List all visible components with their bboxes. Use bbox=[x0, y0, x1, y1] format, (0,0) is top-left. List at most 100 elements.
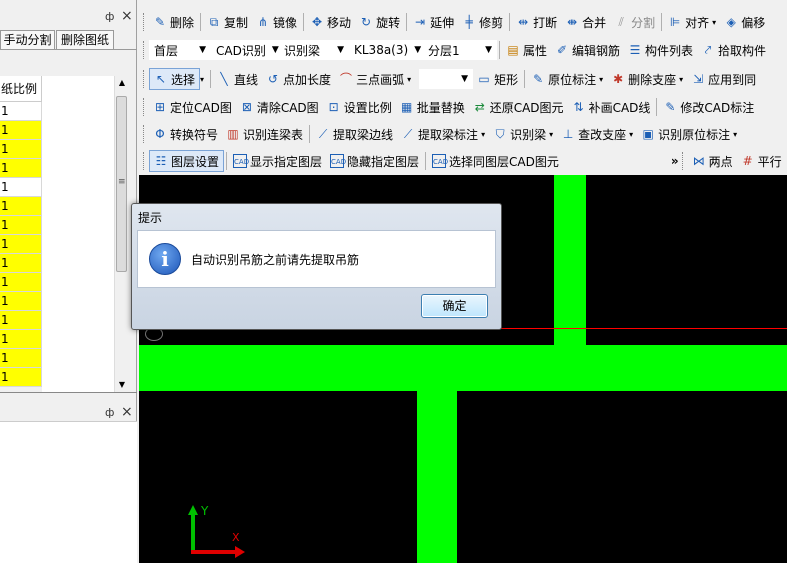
chevron-down-icon[interactable]: ▾ bbox=[200, 75, 204, 84]
redraw-cad-line-button[interactable]: ⇅ 补画CAD线 bbox=[568, 96, 655, 118]
toolbar-grip[interactable] bbox=[143, 70, 146, 88]
line-icon: ╲ bbox=[220, 72, 228, 86]
table-row[interactable]: 1 bbox=[0, 121, 42, 140]
beam-vertical-bottom[interactable] bbox=[417, 391, 457, 563]
locate-cad-button[interactable]: ⊞ 定位CAD图 bbox=[149, 96, 236, 118]
two-points-button[interactable]: ⋈ 两点 bbox=[688, 150, 737, 172]
three-point-arc-button[interactable]: ⌒ 三点画弧 ▾ bbox=[335, 68, 415, 90]
mirror-icon: ⋔ bbox=[258, 15, 269, 29]
mirror-button[interactable]: ⋔ 镜像 bbox=[252, 11, 301, 33]
toolbar-grip[interactable] bbox=[143, 98, 146, 116]
hide-layer-button[interactable]: CAD 隐藏指定图层 bbox=[326, 150, 423, 172]
split-button[interactable]: ⫽ 分割 bbox=[610, 11, 659, 33]
select-same-layer-button[interactable]: CAD 选择同图层CAD图元 bbox=[428, 150, 563, 172]
close-icon[interactable]: × bbox=[121, 404, 133, 420]
modify-cad-annotation-button[interactable]: ✎ 修改CAD标注 bbox=[659, 96, 758, 118]
table-row[interactable]: 1 bbox=[0, 197, 42, 216]
identify-beam-button[interactable]: ⛉ 识别梁 ▾ bbox=[489, 123, 557, 145]
table-row[interactable]: 1 bbox=[0, 159, 42, 178]
identify-continuous-beam-button[interactable]: ▥ 识别连梁表 bbox=[222, 123, 307, 145]
move-button[interactable]: ✥ 移动 bbox=[306, 11, 355, 33]
beam-vertical-top[interactable] bbox=[554, 175, 586, 345]
rotate-button[interactable]: ↻ 旋转 bbox=[355, 11, 404, 33]
beam-horizontal[interactable] bbox=[139, 345, 787, 391]
table-row[interactable]: 1 bbox=[0, 368, 42, 387]
extend-button[interactable]: ⇥ 延伸 bbox=[409, 11, 458, 33]
edit-rebar-button[interactable]: ✐ 编辑钢筋 bbox=[551, 39, 624, 61]
scroll-up-icon[interactable]: ▲ bbox=[115, 76, 129, 90]
delete-support-button[interactable]: ✱ 删除支座 ▾ bbox=[607, 68, 687, 90]
merge-button[interactable]: ⇼ 合并 bbox=[561, 11, 610, 33]
extract-beam-annotation-button[interactable]: ⟋ 提取梁标注 ▾ bbox=[397, 123, 489, 145]
layer-settings-button[interactable]: ☷ 图层设置 bbox=[149, 150, 225, 172]
break-button[interactable]: ⇹ 打断 bbox=[512, 11, 561, 33]
rect-button[interactable]: ▭ 矩形 bbox=[473, 68, 522, 90]
restore-icon: ⇄ bbox=[474, 100, 485, 114]
beam-id-select[interactable]: KL38a(3) ▼ bbox=[349, 40, 423, 60]
component-list-button[interactable]: ☰ 构件列表 bbox=[624, 39, 697, 61]
toolbar-grip[interactable] bbox=[143, 125, 146, 143]
trim-button[interactable]: ╪ 修剪 bbox=[458, 11, 507, 33]
pick-component-button[interactable]: ⤤ 拾取构件 bbox=[697, 39, 770, 61]
component-type-select[interactable]: 识别梁 ▼ bbox=[279, 40, 349, 60]
ok-button[interactable]: 确定 bbox=[421, 294, 488, 318]
select-button[interactable]: ↖ 选择 bbox=[149, 68, 201, 90]
apply-to-same-button[interactable]: ⇲ 应用到同 bbox=[687, 68, 760, 90]
table-row[interactable]: 1 bbox=[0, 140, 42, 159]
table-row[interactable]: 1 bbox=[0, 102, 42, 121]
identify-original-annotation-button[interactable]: ▣ 识别原位标注 ▾ bbox=[637, 123, 741, 145]
align-button[interactable]: ⊫ 对齐 ▾ bbox=[664, 11, 720, 33]
extract-beam-edge-button[interactable]: ⟋ 提取梁边线 bbox=[312, 123, 397, 145]
floor-select[interactable]: 首层 ▼ bbox=[149, 40, 211, 60]
table-row[interactable]: 1 bbox=[0, 349, 42, 368]
line-button[interactable]: ╲ 直线 bbox=[213, 68, 262, 90]
scroll-thumb[interactable]: ≡ bbox=[116, 96, 127, 272]
table-row[interactable]: 1 bbox=[0, 254, 42, 273]
set-scale-button[interactable]: ⊡ 设置比例 bbox=[323, 96, 396, 118]
restore-cad-button[interactable]: ⇄ 还原CAD图元 bbox=[469, 96, 568, 118]
scroll-down-icon[interactable]: ▼ bbox=[115, 378, 129, 392]
table-row[interactable]: 1 bbox=[0, 178, 42, 197]
table-row[interactable]: 1 bbox=[0, 330, 42, 349]
toolbar-grip[interactable] bbox=[143, 13, 146, 31]
table-empty-area bbox=[42, 76, 114, 392]
apply-icon: ⇲ bbox=[693, 72, 704, 86]
layer-select[interactable]: 分层1 ▼ bbox=[423, 40, 497, 60]
delete-button[interactable]: ✎ 删除 bbox=[149, 11, 198, 33]
show-layer-button[interactable]: CAD 显示指定图层 bbox=[229, 150, 326, 172]
close-icon[interactable]: × bbox=[121, 8, 133, 24]
point-length-button[interactable]: ↺ 点加长度 bbox=[262, 68, 335, 90]
pin-icon[interactable]: ф bbox=[105, 406, 114, 419]
clear-cad-button[interactable]: ⊠ 清除CAD图 bbox=[236, 96, 323, 118]
chevron-down-icon: ▼ bbox=[199, 45, 206, 55]
check-support-button[interactable]: ⊥ 查改支座 ▾ bbox=[557, 123, 637, 145]
pin-icon[interactable]: ф bbox=[105, 10, 114, 23]
parallel-button[interactable]: # 平行 bbox=[737, 150, 786, 172]
table-scrollbar[interactable]: ▲ ≡ ▼ bbox=[114, 76, 128, 392]
attributes-button[interactable]: ▤ 属性 bbox=[502, 39, 551, 61]
table-row[interactable]: 1 bbox=[0, 216, 42, 235]
scale-icon: ⊡ bbox=[328, 100, 339, 114]
tab-manual-split[interactable]: 手动分割 bbox=[0, 30, 55, 50]
table-row[interactable]: 1 bbox=[0, 235, 42, 254]
delete-support-icon: ✱ bbox=[613, 72, 624, 86]
table-row[interactable]: 1 bbox=[0, 311, 42, 330]
convert-symbol-button[interactable]: Φ 转换符号 bbox=[149, 123, 222, 145]
offset-button[interactable]: ◈ 偏移 bbox=[720, 11, 769, 33]
original-annotation-button[interactable]: ✎ 原位标注 ▾ bbox=[527, 68, 607, 90]
batch-replace-button[interactable]: ▦ 批量替换 bbox=[396, 96, 469, 118]
more-icon[interactable]: » bbox=[671, 154, 679, 168]
cad-identify-select[interactable]: CAD识别 ▼ bbox=[211, 40, 279, 60]
tab-delete-drawing[interactable]: 删除图纸 bbox=[56, 30, 114, 50]
toolbar-grip[interactable] bbox=[681, 152, 685, 170]
replace-icon: ▦ bbox=[401, 100, 413, 114]
table-row[interactable]: 1 bbox=[0, 292, 42, 311]
column-header-scale[interactable]: 纸比例 bbox=[0, 76, 42, 102]
copy-button[interactable]: ⧉ 复制 bbox=[203, 11, 252, 33]
table-row[interactable]: 1 bbox=[0, 273, 42, 292]
edge-icon: ⟋ bbox=[318, 127, 328, 141]
arc-options-select[interactable]: ▼ bbox=[419, 69, 474, 89]
symbol-icon: Φ bbox=[155, 127, 165, 141]
toolbar-grip[interactable] bbox=[143, 152, 146, 170]
toolbar-grip[interactable] bbox=[143, 41, 146, 59]
